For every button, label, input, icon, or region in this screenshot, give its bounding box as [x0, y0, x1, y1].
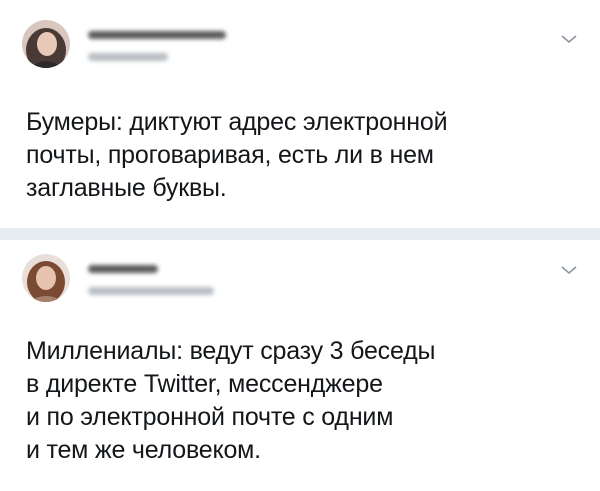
chevron-down-icon[interactable] — [560, 32, 578, 44]
author-handle-redacted — [88, 53, 168, 61]
author-name-redacted[interactable] — [88, 31, 226, 39]
chevron-down-icon[interactable] — [560, 263, 578, 275]
tweet-card[interactable]: Миллениалы: ведут сразу 3 беседы в дирек… — [0, 240, 600, 491]
avatar[interactable] — [22, 254, 70, 302]
tweet-text: Бумеры: диктуют адрес электронной почты,… — [26, 108, 448, 202]
tweet-text: Миллениалы: ведут сразу 3 беседы в дирек… — [26, 337, 436, 464]
avatar[interactable] — [22, 20, 70, 68]
author-name-redacted[interactable] — [88, 265, 158, 273]
tweet-card[interactable]: Бумеры: диктуют адрес электронной почты,… — [0, 0, 600, 228]
author-handle-redacted — [88, 287, 214, 295]
